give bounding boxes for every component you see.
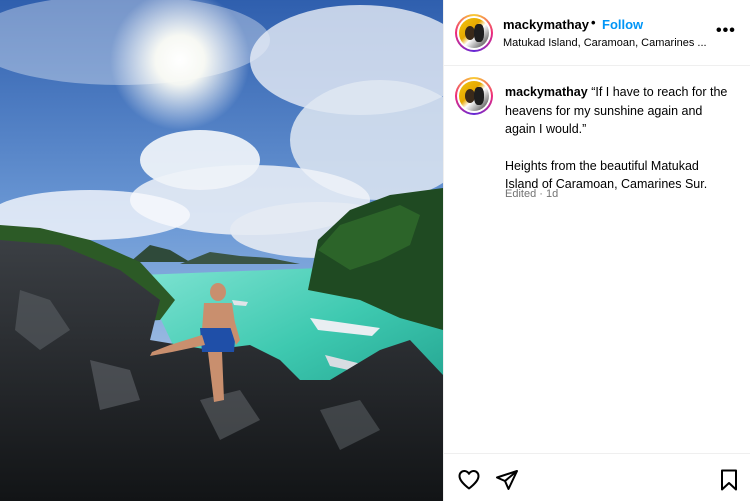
caption-username[interactable]: mackymathay <box>505 85 588 99</box>
more-options-icon[interactable]: ••• <box>716 22 736 40</box>
bookmark-icon[interactable] <box>717 468 741 492</box>
caption-text: mackymathay “If I have to reach for the … <box>505 83 735 194</box>
location-link[interactable]: Matukad Island, Caramoan, Camarines ... <box>503 37 708 49</box>
post-photo[interactable] <box>0 0 443 501</box>
username-link[interactable]: mackymathay <box>503 17 589 32</box>
follow-button[interactable]: Follow <box>602 17 643 32</box>
avatar[interactable] <box>455 14 493 52</box>
post-sidebar: mackymathay • Follow Matukad Island, Car… <box>443 0 750 501</box>
post-meta: Edited · 1d <box>505 188 559 200</box>
action-bar <box>444 453 750 501</box>
post-header: mackymathay • Follow Matukad Island, Car… <box>444 0 750 66</box>
caption-avatar[interactable] <box>455 77 493 115</box>
instagram-post: mackymathay • Follow Matukad Island, Car… <box>0 0 750 501</box>
island-photo <box>0 0 443 501</box>
send-icon[interactable] <box>495 468 519 492</box>
heart-icon[interactable] <box>457 468 481 492</box>
separator-dot: • <box>591 15 596 30</box>
